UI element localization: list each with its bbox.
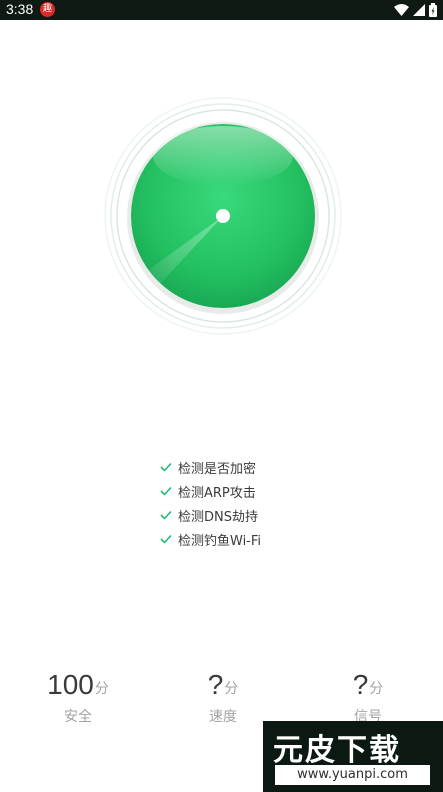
notification-app-icon: 趣 bbox=[40, 2, 55, 17]
check-icon bbox=[160, 462, 172, 472]
watermark-overlay: 元皮下载 www.yuanpi.com bbox=[263, 721, 443, 792]
score-label: 速度 bbox=[209, 709, 237, 725]
check-icon bbox=[160, 534, 172, 544]
radar-gloss bbox=[153, 126, 293, 186]
radar-scan-button[interactable] bbox=[103, 96, 343, 336]
battery-icon bbox=[429, 3, 437, 17]
detection-checklist: 检测是否加密 检测ARP攻击 检测DNS劫持 检测钓鱼Wi-Fi bbox=[160, 455, 261, 551]
score-value: ? bbox=[207, 669, 224, 700]
score-label: 安全 bbox=[64, 709, 92, 725]
score-unit: 分 bbox=[369, 681, 384, 697]
score-value: 100 bbox=[47, 669, 94, 700]
score-security: 100 分 安全 bbox=[23, 660, 133, 726]
signal-icon bbox=[413, 4, 425, 16]
watermark-title: 元皮下载 bbox=[273, 733, 401, 768]
check-label: 检测钓鱼Wi-Fi bbox=[178, 533, 262, 549]
check-item-phishing-wifi: 检测钓鱼Wi-Fi bbox=[160, 527, 261, 551]
radar-center-dot bbox=[216, 209, 230, 223]
check-label: 检测DNS劫持 bbox=[178, 509, 258, 525]
check-icon bbox=[160, 510, 172, 520]
check-icon bbox=[160, 486, 172, 496]
status-time: 3:38 bbox=[6, 1, 34, 17]
status-bar: 3:38 趣 bbox=[0, 0, 443, 20]
check-item-dns: 检测DNS劫持 bbox=[160, 503, 261, 527]
watermark-url: www.yuanpi.com bbox=[275, 765, 430, 785]
check-item-arp: 检测ARP攻击 bbox=[160, 479, 261, 503]
score-unit: 分 bbox=[94, 681, 109, 697]
score-value: ? bbox=[352, 669, 369, 700]
score-speed: ? 分 速度 bbox=[168, 660, 278, 726]
check-label: 检测ARP攻击 bbox=[178, 485, 256, 501]
check-label: 检测是否加密 bbox=[178, 461, 257, 477]
status-icons bbox=[394, 2, 437, 18]
score-unit: 分 bbox=[224, 681, 239, 697]
check-item-encryption: 检测是否加密 bbox=[160, 455, 261, 479]
wifi-icon bbox=[394, 4, 409, 16]
radar-graphic bbox=[104, 97, 342, 335]
score-signal: ? 分 信号 bbox=[313, 660, 423, 726]
